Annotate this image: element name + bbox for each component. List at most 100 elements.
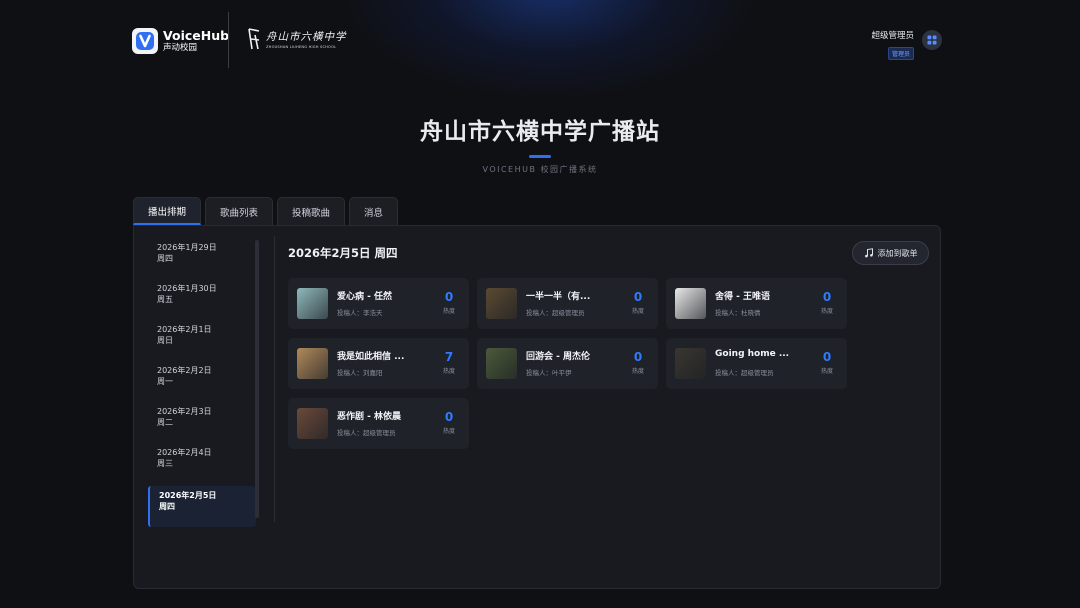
vote-value: 0: [822, 290, 832, 304]
song-title: 恶作剧 - 林依晨: [337, 412, 402, 422]
school-name-en: ZHOUSHAN LIUHENG HIGH SCHOOL: [266, 45, 337, 49]
weekday-label: 周四: [157, 254, 173, 263]
brand-name: VoiceHub: [163, 27, 230, 43]
user-menu[interactable]: 超级管理员 管理员: [871, 29, 942, 60]
date-label: 2026年2月4日: [157, 448, 212, 457]
schedule-panel: 2026年1月29日 周四 2026年1月30日 周五 2026年2月1日 周日…: [133, 225, 941, 589]
vote-label: 热度: [631, 368, 644, 375]
school-name-cn: 舟山市六横中学: [266, 31, 347, 43]
song-title: 爱心病 - 任然: [337, 292, 393, 302]
school-emblem-icon: [248, 28, 260, 50]
date-list: 2026年1月29日 周四 2026年1月30日 周五 2026年2月1日 周日…: [148, 238, 256, 527]
song-card[interactable]: 恶作剧 - 林依晨 投稿人：超级管理员 0 热度: [288, 398, 469, 449]
date-item[interactable]: 2026年1月30日 周五: [148, 279, 256, 320]
album-cover: [297, 348, 328, 379]
page-subtitle: VOICEHUB 校园广播系统: [482, 165, 598, 174]
song-card[interactable]: 回游会 - 周杰伦 投稿人：叶平伊 0 热度: [477, 338, 658, 389]
album-cover: [486, 348, 517, 379]
song-submitter: 投稿人：刘嘉阳: [337, 369, 383, 377]
add-to-playlist-label: 添加到歌单: [877, 248, 918, 258]
tab-submit-song[interactable]: 投稿歌曲: [277, 197, 346, 225]
date-label: 2026年2月3日: [157, 407, 212, 416]
vote-count: 0 热度: [628, 290, 648, 315]
song-card[interactable]: 舍得 - 王唯语 投稿人：杜晓倩 0 热度: [666, 278, 847, 329]
vote-label: 热度: [442, 368, 455, 375]
vote-count: 0 热度: [817, 350, 837, 375]
song-submitter: 投稿人：杜晓倩: [715, 309, 761, 317]
schedule-day-title: 2026年2月5日 周四: [288, 246, 398, 260]
weekday-label: 周五: [157, 295, 173, 304]
album-cover: [297, 288, 328, 319]
song-title: 舍得 - 王唯语: [715, 292, 771, 302]
song-title: 我是如此相信 ...: [337, 352, 405, 362]
date-item[interactable]: 2026年2月1日 周日: [148, 320, 256, 361]
vote-label: 热度: [442, 308, 455, 315]
add-to-playlist-button[interactable]: 添加到歌单: [852, 241, 929, 265]
album-cover: [297, 408, 328, 439]
tab-schedule[interactable]: 播出排期: [133, 197, 202, 225]
voicehub-icon: [132, 28, 158, 54]
date-item[interactable]: 2026年2月2日 周一: [148, 361, 256, 402]
date-label: 2026年1月29日: [157, 243, 217, 252]
weekday-label: 周日: [157, 336, 173, 345]
album-cover: [675, 348, 706, 379]
song-card[interactable]: 我是如此相信 ... 投稿人：刘嘉阳 7 热度: [288, 338, 469, 389]
date-label: 2026年2月1日: [157, 325, 212, 334]
header-divider: [228, 12, 229, 68]
song-card[interactable]: Going home ... 投稿人：超级管理员 0 热度: [666, 338, 847, 389]
role-badge: 管理员: [887, 47, 914, 60]
song-title: 一半一半（有...: [526, 292, 591, 302]
song-submitter: 投稿人：超级管理员: [715, 369, 774, 377]
song-card[interactable]: 爱心病 - 任然 投稿人：李浩天 0 热度: [288, 278, 469, 329]
date-item[interactable]: 2026年2月3日 周二: [148, 402, 256, 443]
song-title: 回游会 - 周杰伦: [526, 352, 591, 362]
vote-value: 0: [444, 290, 454, 304]
song-submitter: 投稿人：超级管理员: [337, 429, 396, 437]
school-logo: 舟山市六横中学 ZHOUSHAN LIUHENG HIGH SCHOOL: [246, 27, 347, 51]
song-submitter: 投稿人：李浩天: [337, 309, 383, 317]
date-item[interactable]: 2026年2月4日 周三: [148, 443, 256, 484]
brand-subtitle: 声动校园: [163, 43, 198, 53]
weekday-label: 周三: [157, 459, 173, 468]
vote-count: 7 热度: [439, 350, 459, 375]
voicehub-logo[interactable]: VoiceHub 声动校园: [132, 28, 229, 54]
vote-count: 0 热度: [628, 350, 648, 375]
date-label: 2026年2月5日: [159, 491, 217, 500]
album-cover-art: [297, 288, 328, 319]
song-card[interactable]: 一半一半（有... 投稿人：超级管理员 0 热度: [477, 278, 658, 329]
vote-value: 0: [822, 350, 832, 364]
vote-label: 热度: [631, 308, 644, 315]
vote-label: 热度: [820, 368, 833, 375]
user-name: 超级管理员: [871, 31, 914, 41]
date-item-selected[interactable]: 2026年2月5日 周四: [148, 486, 256, 527]
tab-bar: 播出排期 歌曲列表 投稿歌曲 消息: [133, 197, 402, 225]
album-cover-art: [486, 348, 517, 379]
tab-song-list[interactable]: 歌曲列表: [205, 197, 274, 225]
vote-value: 0: [444, 410, 454, 424]
music-note-icon: [864, 248, 873, 258]
panel-divider: [274, 236, 275, 522]
avatar[interactable]: [922, 30, 942, 50]
dashboard-icon: [927, 35, 937, 45]
song-grid: 爱心病 - 任然 投稿人：李浩天 0 热度 一半一半（有... 投稿人：超级管理员…: [288, 278, 847, 449]
vote-label: 热度: [442, 428, 455, 435]
song-submitter: 投稿人：超级管理员: [526, 309, 585, 317]
vote-value: 0: [633, 290, 643, 304]
date-item[interactable]: 2026年1月29日 周四: [148, 238, 256, 279]
song-submitter: 投稿人：叶平伊: [526, 369, 572, 377]
vote-count: 0 热度: [439, 290, 459, 315]
weekday-label: 周二: [157, 418, 173, 427]
album-cover-art: [297, 408, 328, 439]
date-list-scrollbar[interactable]: [255, 240, 259, 518]
vote-value: 0: [633, 350, 643, 364]
album-cover-art: [297, 348, 328, 379]
vote-value: 7: [444, 350, 454, 364]
album-cover-art: [486, 288, 517, 319]
header-glow: [340, 0, 760, 100]
album-cover-art: [675, 348, 706, 379]
album-cover: [675, 288, 706, 319]
date-label: 2026年1月30日: [157, 284, 217, 293]
tab-messages[interactable]: 消息: [349, 197, 399, 225]
title-underline: [529, 155, 551, 158]
page-title: 舟山市六横中学广播站: [420, 119, 660, 145]
